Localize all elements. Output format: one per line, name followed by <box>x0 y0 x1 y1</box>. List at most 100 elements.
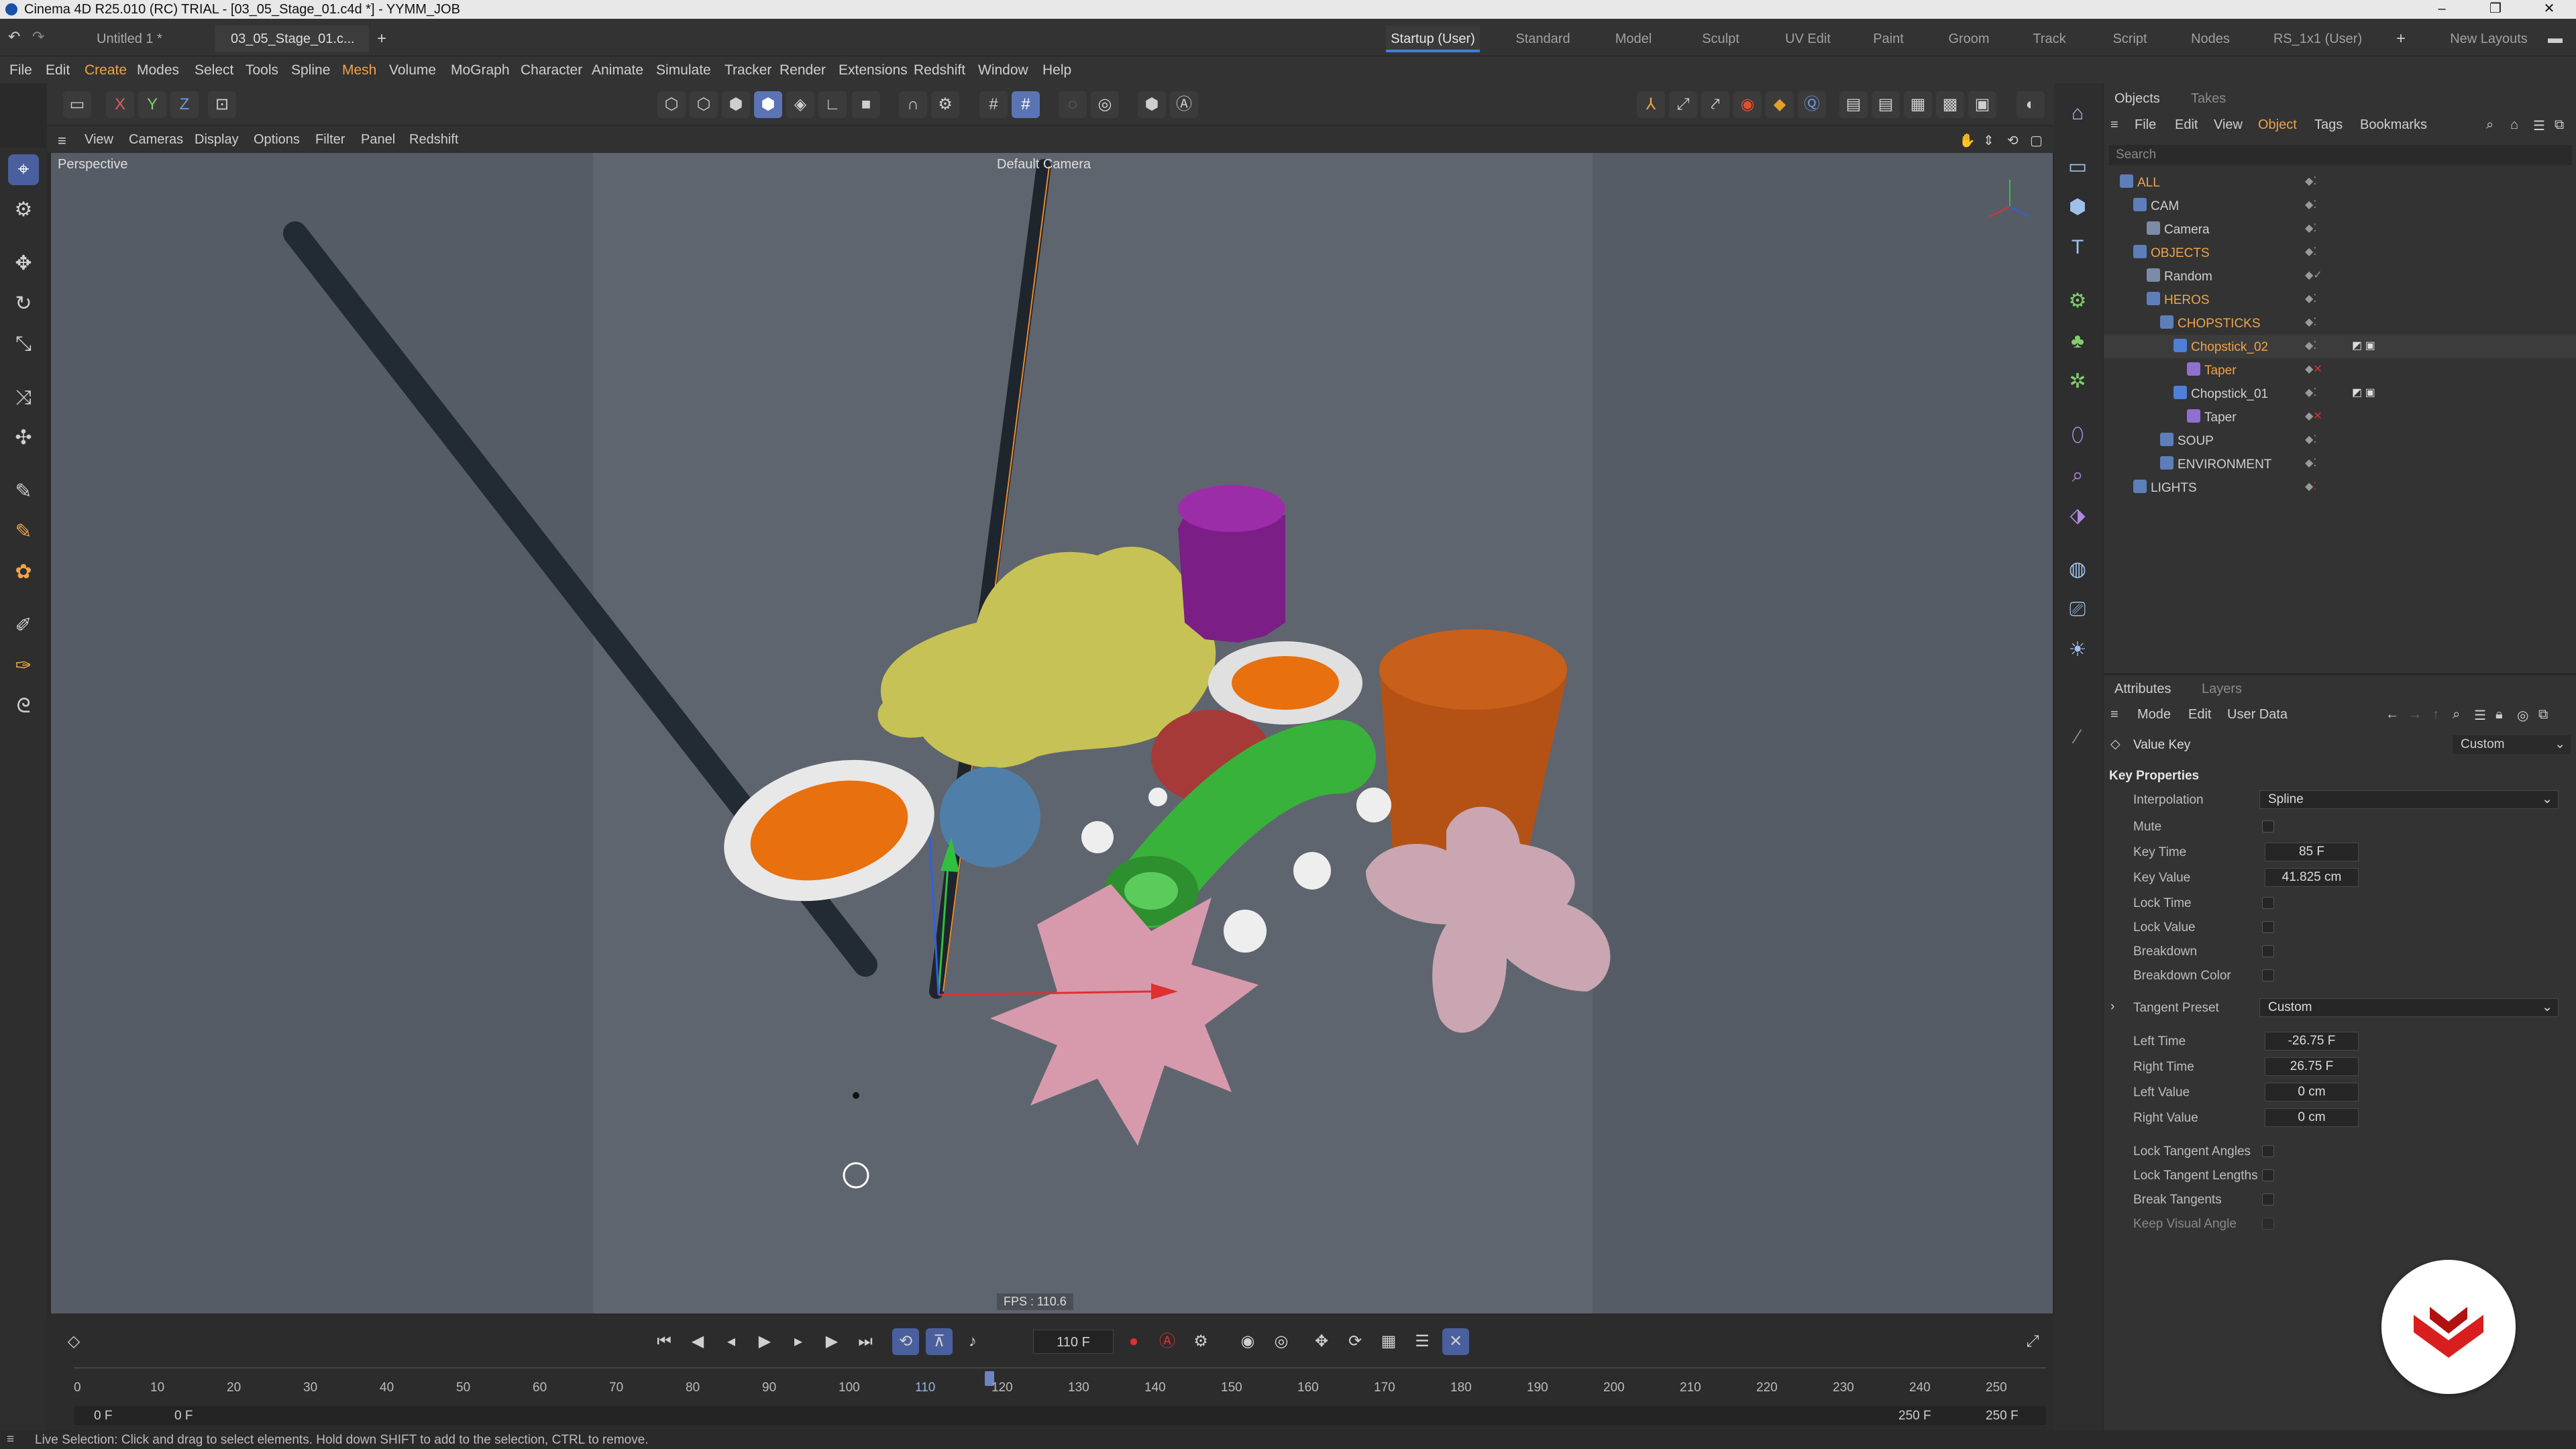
menu-tools[interactable]: Tools <box>246 62 278 78</box>
tree-row-soup[interactable]: SOUP ◆⁚ <box>2104 429 2576 452</box>
forward-arrow-icon[interactable]: → <box>2408 707 2422 722</box>
interpolation-dropdown[interactable]: Spline ⌄ <box>2259 790 2559 809</box>
visibility-icon[interactable]: ◆⁚ <box>2305 456 2316 470</box>
objects-search-icon[interactable]: ⌕ <box>2486 117 2493 133</box>
menu-window[interactable]: Window <box>978 62 1028 78</box>
prev-frame-icon[interactable]: ◂ <box>718 1328 745 1355</box>
menu-simulate[interactable]: Simulate <box>656 62 711 78</box>
move-tool-icon[interactable]: ✥ <box>8 248 39 279</box>
tree-row-lights[interactable]: LIGHTS ◆⁚ <box>2104 476 2576 499</box>
visibility-icon[interactable]: ◆⁚ <box>2305 174 2316 188</box>
attributes-mode-dropdown[interactable]: Custom ⌄ <box>2453 735 2571 754</box>
tree-row-heros[interactable]: HEROS ◆⁚ <box>2104 288 2576 311</box>
minimize-icon[interactable]: – <box>2415 0 2469 19</box>
redshift-materials-icon[interactable]: ◆ <box>1766 91 1794 118</box>
environment-icon[interactable]: ◍ <box>2062 554 2093 585</box>
key-mode-icon[interactable]: ◇ <box>60 1328 87 1355</box>
range-end-field-2[interactable]: 250 F <box>1986 1409 2019 1424</box>
visibility-icon[interactable]: ◆✓ <box>2305 268 2322 282</box>
menu-modes[interactable]: Modes <box>137 62 179 78</box>
new-layouts-button[interactable]: New Layouts <box>2442 25 2536 52</box>
menu-extensions[interactable]: Extensions <box>839 62 908 78</box>
paint-tool-icon[interactable]: ⤢ <box>1669 91 1697 118</box>
tab-attributes[interactable]: Attributes <box>2114 682 2171 697</box>
objects-menu-file[interactable]: File <box>2135 117 2156 133</box>
tree-row-cam[interactable]: CAM ◆⁚ <box>2104 194 2576 217</box>
key-pla-icon[interactable]: ▦ <box>1375 1328 1402 1355</box>
spline-pen-icon[interactable]: ✎ <box>8 476 39 507</box>
snap-icon[interactable]: # <box>979 91 1008 118</box>
next-key-icon[interactable]: ▶ <box>818 1328 845 1355</box>
axis-mode-icon[interactable]: ∟ <box>818 91 847 118</box>
viewport-menu-redshift[interactable]: Redshift <box>409 132 458 148</box>
attributes-filter-icon[interactable]: ☰ <box>2474 707 2486 724</box>
tab-layers[interactable]: Layers <box>2202 682 2242 697</box>
visibility-icon[interactable]: ◆⁚ <box>2305 221 2316 235</box>
tree-row-camera[interactable]: Camera ◆⁚ <box>2104 217 2576 241</box>
lock-tangent-angles-checkbox[interactable] <box>2262 1145 2274 1157</box>
doc-tab-stage[interactable]: 03_05_Stage_01.c...✕ <box>215 25 369 73</box>
visibility-icon[interactable]: ◆✕ <box>2305 362 2322 376</box>
tree-row-taper-01[interactable]: Taper ◆✕ <box>2104 405 2576 429</box>
generator-icon[interactable]: ⚙ <box>2062 286 2093 317</box>
3d-viewport[interactable]: Perspective Default Camera FPS : 110.6 <box>51 153 2053 1313</box>
character-tool-icon[interactable]: ⅄ <box>1637 91 1665 118</box>
magnet-icon[interactable]: ∩ <box>899 91 927 118</box>
tag-icons[interactable]: ◩ ▣ <box>2352 339 2375 352</box>
render-queue-icon[interactable]: ▣ <box>1968 91 1996 118</box>
tag-icons[interactable]: ◩ ▣ <box>2352 386 2375 399</box>
back-arrow-icon[interactable]: ← <box>2385 707 2399 722</box>
key-points-icon[interactable]: ☰ <box>1409 1328 1436 1355</box>
viewport-menu-options[interactable]: Options <box>254 132 300 148</box>
attributes-menu-user-data[interactable]: User Data <box>2227 707 2288 722</box>
tangent-preset-dropdown[interactable]: Custom ⌄ <box>2259 998 2559 1017</box>
camera-label[interactable]: Default Camera <box>997 157 1091 172</box>
lock-tangent-lengths-checkbox[interactable] <box>2262 1169 2274 1181</box>
redo-icon[interactable]: ↷ <box>32 28 44 46</box>
range-start-field-2[interactable]: 0 F <box>174 1409 193 1424</box>
transform-tool-icon[interactable]: ⤨ <box>8 382 39 413</box>
uv-mode-icon[interactable]: ■ <box>852 91 880 118</box>
placement-tool-icon[interactable]: ✣ <box>8 423 39 453</box>
coordinate-system-icon[interactable]: ⊡ <box>208 91 236 118</box>
field-icon[interactable]: ⌕ <box>2062 460 2093 491</box>
layout-rs-1x1[interactable]: RS_1x1 (User) <box>2267 25 2368 52</box>
layout-startup[interactable]: Startup (User) <box>1386 25 1480 52</box>
layout-uv-edit[interactable]: UV Edit <box>1778 25 1838 52</box>
live-selection-icon[interactable]: ⌖ <box>8 154 39 185</box>
keep-visual-angle-checkbox[interactable] <box>2262 1218 2274 1230</box>
render-picture-viewer-icon[interactable]: ▦ <box>1904 91 1932 118</box>
layout-sculpt[interactable]: Sculpt <box>1690 25 1751 52</box>
viewport-maximize-icon[interactable]: ▢ <box>2030 132 2043 149</box>
solo-icon[interactable]: ⬢ <box>1138 91 1166 118</box>
key-time-field[interactable]: 85 F <box>2265 843 2359 861</box>
tree-row-chopsticks[interactable]: CHOPSTICKS ◆⁚ <box>2104 311 2576 335</box>
visibility-icon[interactable]: ◆⁚ <box>2305 292 2316 305</box>
tree-row-chopstick-01[interactable]: Chopstick_01 ◆⁚ ◩ ▣ <box>2104 382 2576 405</box>
visibility-icon[interactable]: ◆⁚ <box>2305 480 2316 493</box>
chevron-right-icon[interactable]: › <box>2110 1000 2114 1014</box>
menu-volume[interactable]: Volume <box>389 62 436 78</box>
spline-object-icon[interactable]: ▭ <box>2062 152 2093 182</box>
redshift-render-icon[interactable]: ◉ <box>1733 91 1762 118</box>
menu-animate[interactable]: Animate <box>592 62 643 78</box>
visibility-icon[interactable]: ◆⁚ <box>2305 245 2316 258</box>
attributes-menu-mode[interactable]: Mode <box>2137 707 2171 722</box>
tree-row-objects[interactable]: OBJECTS ◆⁚ <box>2104 241 2576 264</box>
menu-render[interactable]: Render <box>780 62 826 78</box>
render-region-icon[interactable]: ▤ <box>1839 91 1868 118</box>
tree-row-taper-02[interactable]: Taper ◆✕ <box>2104 358 2576 382</box>
breakdown-color-checkbox[interactable] <box>2262 969 2274 981</box>
redshift-rv-icon[interactable]: Ⓠ <box>1798 91 1826 118</box>
key-value-field[interactable]: 41.825 cm <box>2265 868 2359 887</box>
layout-paint[interactable]: Paint <box>1858 25 1919 52</box>
tree-row-random[interactable]: Random ◆✓ <box>2104 264 2576 288</box>
objects-menu-tags[interactable]: Tags <box>2314 117 2343 133</box>
lock-workplane-icon[interactable]: Ⓐ <box>1170 91 1198 118</box>
viewport-menu-panel[interactable]: Panel <box>361 132 395 148</box>
viewport-menu-view[interactable]: View <box>85 132 113 148</box>
objects-filter-icon[interactable]: ☰ <box>2533 117 2545 134</box>
key-scale-icon[interactable]: ✥ <box>1308 1328 1335 1355</box>
knife-tool-icon[interactable]: ✑ <box>8 651 39 682</box>
visibility-icon[interactable]: ◆⁚ <box>2305 433 2316 446</box>
